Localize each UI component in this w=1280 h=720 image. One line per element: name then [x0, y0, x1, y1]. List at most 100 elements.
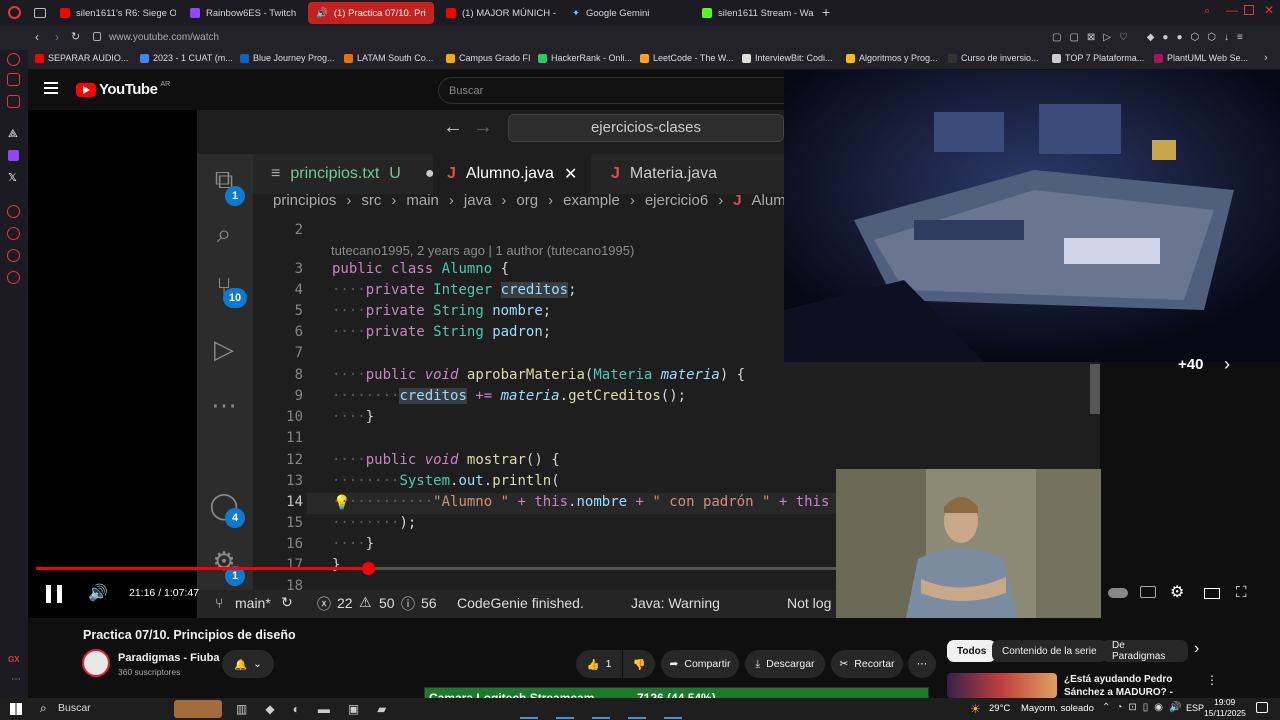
chevron-right-icon[interactable]: › — [1224, 354, 1230, 375]
sidebar-icon-5[interactable] — [7, 227, 20, 240]
windows-start-icon[interactable] — [10, 703, 22, 715]
chip-paradigmas[interactable]: De Paradigmas — [1102, 640, 1188, 662]
dislike-button[interactable]: 👎 — [623, 650, 655, 678]
sidebar-app-icon[interactable]: ⟁ — [8, 128, 18, 141]
notifications-icon[interactable] — [1256, 702, 1268, 713]
youtube-logo[interactable]: YouTube AR — [76, 81, 170, 98]
bookmark-label: Curso de inversio... — [961, 53, 1039, 63]
clock-date[interactable]: 15/11/2025 — [1204, 708, 1246, 718]
text-file-icon: ≡ — [271, 165, 281, 182]
more-bookmarks-icon[interactable]: › — [1264, 52, 1268, 64]
subtitles-icon[interactable] — [1140, 586, 1156, 598]
code-line-6: ····private String padron; — [332, 324, 552, 340]
download-button[interactable]: ⤓ Descargar — [745, 650, 825, 678]
like-button[interactable]: 👍 1 — [576, 650, 622, 678]
reload-icon[interactable]: ↻ — [71, 30, 80, 43]
bookmark-item[interactable]: PlantUML Web Se... — [1154, 53, 1248, 63]
bookmark-item[interactable]: Blue Journey Prog... — [240, 53, 335, 63]
gx-icon[interactable]: GX — [8, 655, 20, 664]
youtube-icon — [35, 53, 44, 63]
tab-silen-r6[interactable]: silen1611's R6: Siege Ove — [52, 2, 176, 24]
subscribed-button[interactable]: 🔔 ⌄ — [222, 650, 274, 678]
input-language[interactable]: ESP — [1186, 703, 1204, 713]
autoplay-toggle[interactable] — [1108, 588, 1128, 598]
scrubber-handle[interactable] — [361, 562, 375, 575]
tab-silen-stream[interactable]: silen1611 Stream - Wa — [694, 2, 820, 24]
menu-icon[interactable] — [44, 82, 58, 94]
search-tabs-icon[interactable]: ⌕ — [1204, 5, 1210, 18]
browser-logo-icon[interactable] — [8, 6, 21, 19]
url-field[interactable]: www.youtube.com/watch — [109, 32, 219, 43]
close-window-icon[interactable]: ✕ — [1264, 3, 1274, 17]
bell-icon: 🔔 — [234, 658, 248, 671]
bookmark-item[interactable]: Algoritmos y Prog... — [846, 53, 938, 63]
chips-next-icon[interactable]: › — [1194, 640, 1199, 658]
theater-icon[interactable] — [1204, 588, 1220, 599]
thumbs-up-icon: 👍 — [586, 658, 600, 671]
recommended-thumbnail[interactable] — [947, 673, 1057, 698]
channel-avatar[interactable] — [82, 649, 110, 677]
chip-serie[interactable]: Contenido de la serie — [992, 640, 1107, 662]
clip-button[interactable]: ✂ Recortar — [831, 650, 903, 678]
tab-gemini[interactable]: ✦ Google Gemini — [564, 2, 688, 24]
maximize-icon[interactable] — [1244, 5, 1254, 15]
new-tab-icon[interactable]: + — [822, 4, 830, 20]
more-icon: ⋯ — [211, 390, 237, 420]
tab-list-icon[interactable] — [34, 8, 46, 18]
tab-major-munich[interactable]: (1) MAJOR MÚNICH - FIN — [438, 2, 558, 24]
settings-icon[interactable] — [7, 271, 20, 284]
bookmark-item[interactable]: Campus Grado FI — [446, 53, 531, 63]
settings-icon[interactable]: ⚙ — [1170, 582, 1184, 602]
twitch-icon[interactable] — [8, 150, 19, 161]
document-icon — [1052, 53, 1061, 63]
bookmark-item[interactable]: InterviewBit: Codi... — [742, 53, 833, 63]
channel-name[interactable]: Paradigmas - Fiuba — [118, 652, 219, 664]
taskbar-search[interactable]: Buscar — [58, 702, 91, 714]
minimize-icon[interactable]: — — [1226, 3, 1238, 17]
sidebar-icon-1[interactable] — [7, 53, 20, 66]
warning-count: 50 — [379, 595, 395, 611]
hackerrank-icon — [538, 53, 547, 63]
bookmark-item[interactable]: Curso de inversio... — [948, 53, 1039, 63]
back-icon[interactable]: ‹ — [35, 30, 39, 44]
tab-rainbow6es[interactable]: Rainbow6ES - Twitch — [182, 2, 302, 24]
accounts-badge: 4 — [225, 508, 245, 528]
video-title: Practica 07/10. Principios de diseño — [83, 628, 296, 642]
clock-time[interactable]: 19:09 — [1214, 697, 1235, 707]
taskbar-search-icon[interactable]: ⌕ — [40, 701, 47, 716]
sidebar-icon-4[interactable] — [7, 205, 20, 218]
x-icon[interactable]: 𝕏 — [8, 171, 17, 184]
share-button[interactable]: ➦ Compartir — [661, 650, 739, 678]
bookmark-item[interactable]: TOP 7 Plataforma... — [1052, 53, 1144, 63]
sidebar-icon-2[interactable] — [7, 73, 20, 86]
bookmark-icon — [846, 53, 855, 63]
bookmark-item[interactable]: LeetCode - The W... — [640, 53, 733, 63]
taskbar-widget-icon[interactable] — [174, 700, 222, 718]
bookmark-item[interactable]: HackerRank - Onli... — [538, 53, 632, 63]
bookmark-item[interactable]: LATAM South Co... — [344, 53, 433, 63]
run-debug-icon: ▷ — [214, 334, 234, 364]
fullscreen-icon[interactable]: ⛶ — [1236, 584, 1247, 601]
taskbar-apps[interactable]: ▥◆◐▬▣▰ — [236, 702, 404, 716]
pause-icon[interactable] — [46, 585, 62, 603]
stream-miniplayer[interactable] — [784, 70, 1280, 362]
sidebar-icon-6[interactable] — [7, 249, 20, 262]
scrollbar[interactable] — [1090, 364, 1100, 414]
weather-icon[interactable]: ☀ — [970, 702, 981, 716]
recommended-title[interactable]: ¿Está ayudando Pedro Sánchez a MADURO? -… — [1064, 673, 1212, 698]
bookmark-item[interactable]: 2023 - 1 CUAT (m... — [140, 53, 233, 63]
bookmark-item[interactable]: SEPARAR AUDIO... — [35, 53, 128, 63]
search-input[interactable]: Buscar — [438, 77, 784, 104]
tab-label: silen1611's R6: Siege Ove — [76, 7, 176, 19]
download-label: Descargar — [766, 658, 815, 670]
more-actions-button[interactable]: ⋯ — [908, 650, 936, 678]
more-icon[interactable]: ⋯ — [11, 674, 21, 685]
forward-icon[interactable]: › — [55, 30, 59, 44]
tray-icons[interactable]: ⌃◔⊡▯◉🔊 — [1102, 702, 1187, 713]
sidebar-icon-3[interactable] — [7, 95, 20, 108]
chip-todos[interactable]: Todos — [947, 640, 997, 662]
recommended-more-icon[interactable]: ⋮ — [1206, 673, 1218, 687]
volume-icon[interactable]: 🔊 — [88, 583, 108, 603]
line-number: 3 — [294, 261, 303, 277]
tab-practica-active[interactable]: 🔊 (1) Practica 07/10. Pri — [308, 2, 434, 24]
